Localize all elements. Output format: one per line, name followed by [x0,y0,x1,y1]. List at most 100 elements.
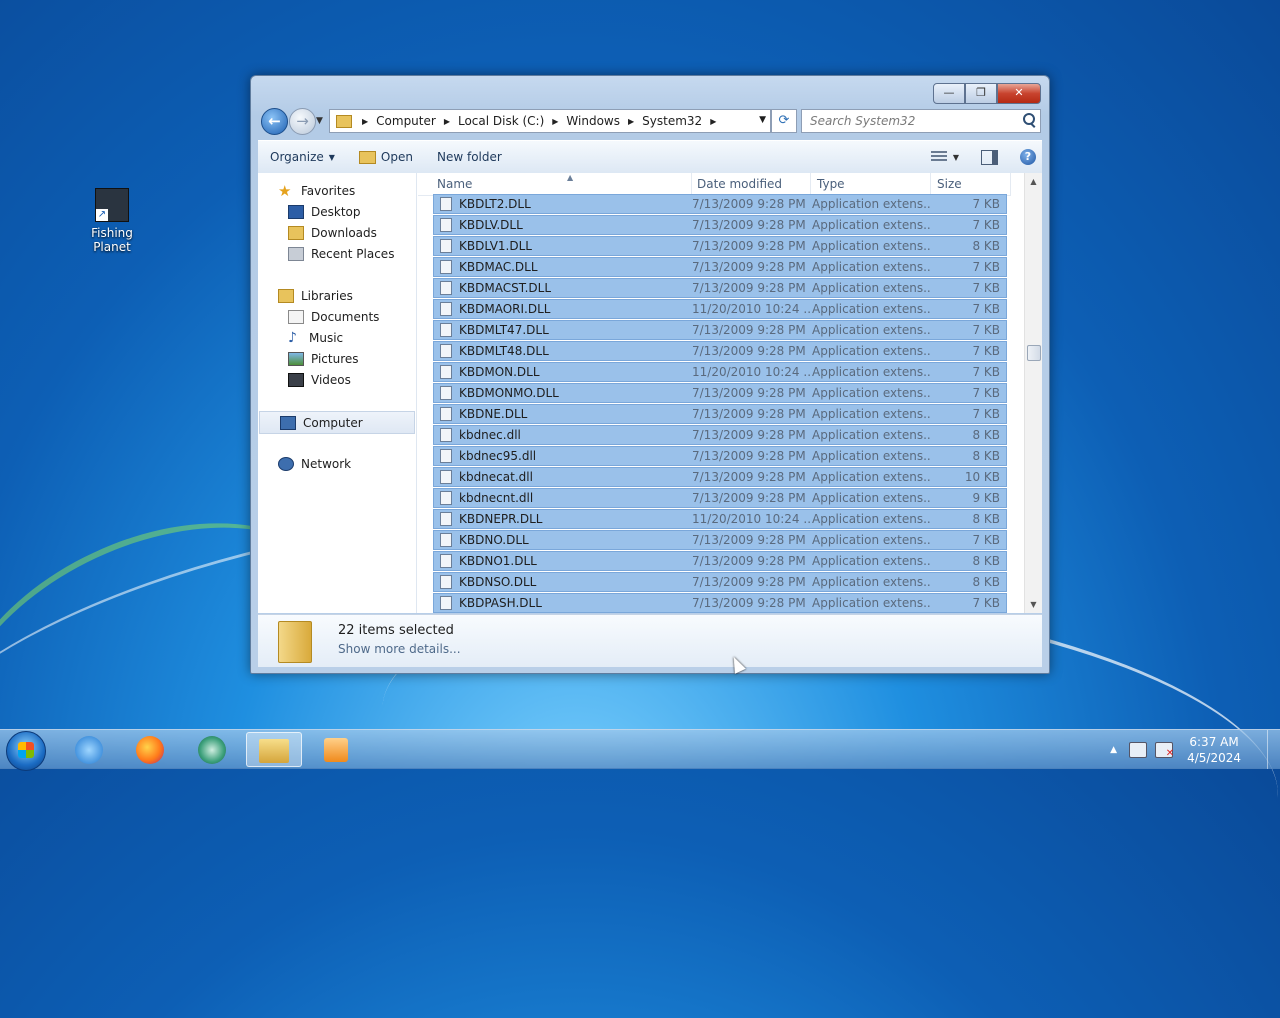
search-icon[interactable] [1023,113,1035,125]
recent-pages-dropdown-icon[interactable]: ▼ [316,116,323,126]
taskbar-media-player[interactable] [308,732,364,767]
file-name-cell: KBDLT2.DLL [434,197,692,211]
file-row[interactable]: KBDMLT47.DLL 7/13/2009 9:28 PM Application… [433,320,1007,340]
clock-date: 4/5/2024 [1187,750,1241,765]
view-options-dropdown-icon[interactable]: ▼ [953,153,959,162]
change-view-icon[interactable] [930,151,947,163]
nav-downloads[interactable]: Downloads [288,222,416,243]
maximize-button[interactable]: ❐ [965,83,997,104]
file-row[interactable]: KBDPASH.DLL 7/13/2009 9:28 PM Application … [433,593,1007,613]
breadcrumb-chevron-icon[interactable]: ▶ [628,117,634,126]
taskbar-firefox[interactable] [122,732,178,767]
file-name: KBDLV1.DLL [459,239,532,253]
file-row[interactable]: KBDMACST.DLL 7/13/2009 9:28 PM Application… [433,278,1007,298]
close-button[interactable]: ✕ [997,83,1041,104]
forward-button[interactable]: → [289,108,316,135]
file-type: Application extens... [812,386,930,400]
column-type[interactable]: Type [811,173,931,195]
show-hidden-icons-icon[interactable]: ▲ [1110,745,1117,755]
breadcrumb-windows[interactable]: Windows [566,114,620,128]
file-row[interactable]: kbdnecat.dll 7/13/2009 9:28 PM Application… [433,467,1007,487]
taskbar-internet-explorer[interactable] [61,732,117,767]
minimize-button[interactable]: — [933,83,965,104]
file-type: Application extens... [812,365,930,379]
nav-desktop[interactable]: Desktop [288,201,416,222]
preview-pane-icon[interactable] [981,149,998,165]
breadcrumb-chevron-icon[interactable]: ▶ [710,117,716,126]
column-name[interactable]: Name ▲ [431,173,692,195]
file-date: 7/13/2009 9:28 PM [692,344,806,358]
internet-explorer-icon [75,736,103,764]
open-button[interactable]: Open [347,141,425,173]
file-row[interactable]: KBDMAC.DLL 7/13/2009 9:28 PM Application e… [433,257,1007,277]
open-folder-icon [358,150,376,164]
nav-network[interactable]: Network [278,453,416,474]
file-row[interactable]: kbdnecnt.dll 7/13/2009 9:28 PM Application… [433,488,1007,508]
nav-favorites[interactable]: ★ Favorites [278,180,416,201]
breadcrumb-chevron-icon[interactable]: ▶ [444,117,450,126]
column-date-modified[interactable]: Date modified [691,173,811,195]
file-size: 7 KB [972,344,1000,358]
nav-computer[interactable]: Computer [259,411,415,434]
file-row[interactable]: KBDNE.DLL 7/13/2009 9:28 PM Application ex… [433,404,1007,424]
file-row[interactable]: KBDMONMO.DLL 7/13/2009 9:28 PM Application… [433,383,1007,403]
file-row[interactable]: KBDNO1.DLL 7/13/2009 9:28 PM Application e… [433,551,1007,571]
file-date: 11/20/2010 10:24 ... [692,512,812,526]
file-row[interactable]: kbdnec95.dll 7/13/2009 9:28 PM Application… [433,446,1007,466]
help-icon[interactable]: ? [1020,149,1036,165]
address-bar[interactable]: ▶ Computer ▶ Local Disk (C:) ▶ Windows ▶ Sys… [329,109,771,133]
taskbar-windows-explorer[interactable] [246,732,302,767]
breadcrumb-chevron-icon[interactable]: ▶ [552,117,558,126]
file-row[interactable]: KBDLT2.DLL 7/13/2009 9:28 PM Application e… [433,194,1007,214]
network-tray-icon[interactable] [1129,741,1148,758]
breadcrumb-chevron-icon[interactable]: ▶ [362,117,368,126]
nav-videos[interactable]: Videos [288,369,416,390]
dll-file-icon [440,428,452,442]
column-size[interactable]: Size [931,173,1011,195]
scroll-down-icon[interactable]: ▼ [1025,596,1042,613]
nav-recent-places[interactable]: Recent Places [288,243,416,264]
file-row[interactable]: KBDLV1.DLL 7/13/2009 9:28 PM Application e… [433,236,1007,256]
nav-libraries[interactable]: Libraries [278,285,416,306]
show-more-details-link[interactable]: Show more details... [338,642,461,656]
breadcrumb-system32[interactable]: System32 [642,114,702,128]
scroll-thumb[interactable] [1027,345,1041,361]
selection-count: 22 items selected [338,623,454,638]
vertical-scrollbar[interactable]: ▲ ▼ [1024,173,1042,613]
file-row[interactable]: KBDNSO.DLL 7/13/2009 9:28 PM Application e… [433,572,1007,592]
file-date: 7/13/2009 9:28 PM [692,197,806,211]
file-row[interactable]: kbdnec.dll 7/13/2009 9:28 PM Application e… [433,425,1007,445]
details-pane: 22 items selected Show more details... [258,614,1042,667]
dll-file-icon [440,512,452,526]
nav-pictures[interactable]: Pictures [288,348,416,369]
scroll-up-icon[interactable]: ▲ [1025,173,1042,190]
network-icon [278,456,294,471]
file-row[interactable]: KBDNEPR.DLL 11/20/2010 10:24 ... Applicati… [433,509,1007,529]
file-name-cell: KBDMAORI.DLL [434,302,692,316]
new-folder-button[interactable]: New folder [425,141,514,173]
file-row[interactable]: KBDMLT48.DLL 7/13/2009 9:28 PM Application… [433,341,1007,361]
dll-file-icon [440,365,452,379]
nav-music[interactable]: ♪ Music [288,327,416,348]
file-row[interactable]: KBDLV.DLL 7/13/2009 9:28 PM Application ex… [433,215,1007,235]
file-row[interactable]: KBDMON.DLL 11/20/2010 10:24 ... Applicatio… [433,362,1007,382]
taskbar-green-app[interactable] [184,732,240,767]
back-button[interactable]: ← [261,108,288,135]
file-row[interactable]: KBDNO.DLL 7/13/2009 9:28 PM Application ex… [433,530,1007,550]
show-desktop-button[interactable] [1267,730,1280,769]
address-dropdown-icon[interactable]: ▼ [759,115,766,125]
refresh-button[interactable]: ⟳ [771,109,797,133]
search-input[interactable] [808,110,1012,132]
file-name-cell: KBDPASH.DLL [434,596,692,610]
file-row[interactable]: KBDMAORI.DLL 11/20/2010 10:24 ... Applicat… [433,299,1007,319]
nav-documents[interactable]: Documents [288,306,416,327]
nav-label: Downloads [311,225,377,240]
start-button[interactable] [6,731,46,771]
organize-button[interactable]: Organize ▼ [258,141,347,173]
clock[interactable]: 6:37 AM 4/5/2024 [1187,734,1241,766]
volume-muted-icon[interactable]: ✕ [1155,741,1174,758]
search-box[interactable] [801,109,1041,133]
desktop-icon-fishing-planet[interactable]: Fishing Planet [84,188,140,254]
breadcrumb-computer[interactable]: Computer [376,114,436,128]
breadcrumb-local-disk[interactable]: Local Disk (C:) [458,114,544,128]
